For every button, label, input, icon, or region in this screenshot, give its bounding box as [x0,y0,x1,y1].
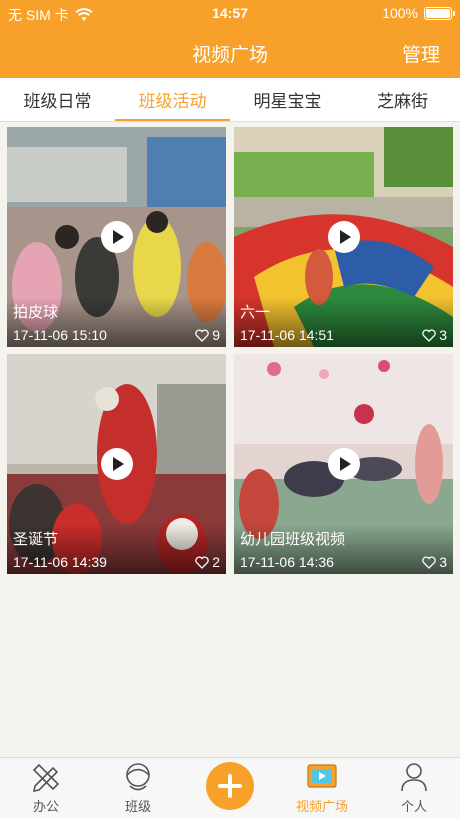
play-icon[interactable] [101,221,133,253]
play-icon[interactable] [101,448,133,480]
tabbar-label: 个人 [400,799,427,814]
video-card[interactable]: 圣诞节 17-11-06 14:39 2 [7,354,226,574]
tab-star-baby[interactable]: 明星宝宝 [230,78,345,121]
like-count[interactable]: 2 [195,554,220,570]
page-title: 视频广场 [191,45,268,66]
video-icon [307,764,337,788]
video-title: 幼儿园班级视频 [240,531,346,548]
bottom-tab-bar: 办公 班级 视频广场 个人 [0,757,460,818]
tabbar-item-personal[interactable]: 个人 [368,758,460,818]
like-count[interactable]: 3 [422,554,447,570]
add-icon[interactable] [206,762,254,810]
tabbar-label: 办公 [32,799,59,814]
battery-icon [424,6,455,20]
like-number: 2 [212,554,220,570]
tab-class-activity[interactable]: 班级活动 [115,78,230,121]
heart-icon [195,328,209,342]
tabbar-item-class[interactable]: 班级 [92,758,184,818]
tabbar-item-video-square[interactable]: 视频广场 [276,758,368,818]
video-time: 17-11-06 14:39 [13,554,107,570]
like-count[interactable]: 9 [195,327,220,343]
status-bar: 无 SIM 卡 14:57 100% [0,0,460,26]
video-card[interactable]: 拍皮球 17-11-06 15:10 9 [7,127,226,347]
play-icon[interactable] [328,221,360,253]
like-number: 9 [212,327,220,343]
video-card[interactable]: 六一 17-11-06 14:51 3 [234,127,453,347]
heart-icon [422,328,436,342]
tab-sesame-street[interactable]: 芝麻街 [345,78,460,121]
tabbar-label: 视频广场 [295,799,348,814]
tabbar-item-office[interactable]: 办公 [0,758,92,818]
video-time: 17-11-06 14:51 [240,327,334,343]
like-number: 3 [439,327,447,343]
play-icon[interactable] [328,448,360,480]
tabbar-label: 班级 [124,799,151,814]
top-bar: 无 SIM 卡 14:57 100% 视频广场 管理 [0,0,460,78]
person-icon [401,763,427,792]
video-time: 17-11-06 15:10 [13,327,107,343]
heart-icon [422,555,436,569]
like-count[interactable]: 3 [422,327,447,343]
category-tabs: 班级日常 班级活动 明星宝宝 芝麻街 [0,78,460,122]
tab-class-daily[interactable]: 班级日常 [0,78,115,121]
video-time: 17-11-06 14:36 [240,554,334,570]
video-title: 六一 [240,304,271,321]
video-card[interactable]: 幼儿园班级视频 17-11-06 14:36 3 [234,354,453,574]
battery-percent: 100% [382,5,418,21]
battery-area: 100% [382,5,455,21]
tabbar-item-add[interactable] [184,758,276,818]
video-title: 拍皮球 [13,304,59,321]
heart-icon [195,555,209,569]
video-title: 圣诞节 [13,531,59,548]
like-number: 3 [439,554,447,570]
child-face-icon [126,763,150,791]
manage-button[interactable]: 管理 [402,40,440,67]
pencil-ruler-icon [32,763,60,793]
